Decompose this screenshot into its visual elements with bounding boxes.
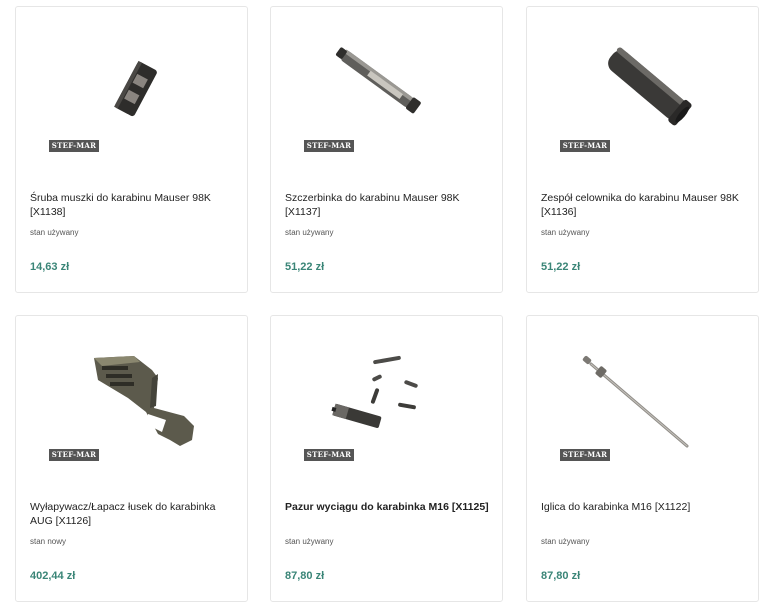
product-card[interactable]: STEF-MAR Szczerbinka do karabinu Mauser … [270,6,503,293]
product-condition: stan używany [285,537,334,546]
product-condition: stan używany [541,537,590,546]
watermark-logo: STEF-MAR [560,449,610,461]
product-card[interactable]: STEF-MAR Iglica do karabinka M16 [X1122]… [526,315,759,602]
watermark-logo: STEF-MAR [49,140,99,152]
product-title[interactable]: Śruba muszki do karabinu Mauser 98K [X11… [30,191,240,219]
product-price: 14,63 zł [30,261,70,273]
product-condition: stan nowy [30,537,67,546]
product-condition: stan używany [285,228,334,237]
product-price: 87,80 zł [541,570,581,582]
product-image[interactable]: STEF-MAR [527,7,758,167]
product-title[interactable]: Pazur wyciągu do karabinka M16 [X1125] [285,500,495,514]
product-image[interactable]: STEF-MAR [271,316,502,476]
product-image[interactable]: STEF-MAR [16,316,247,476]
product-card[interactable]: STEF-MAR Pazur wyciągu do karabinka M16 … [270,315,503,602]
watermark-logo: STEF-MAR [304,140,354,152]
product-title[interactable]: Zespół celownika do karabinu Mauser 98K … [541,191,751,219]
product-price: 87,80 zł [285,570,325,582]
product-price: 402,44 zł [30,570,76,582]
product-condition: stan używany [30,228,79,237]
product-title[interactable]: Iglica do karabinka M16 [X1122] [541,500,751,514]
product-grid: STEF-MAR Śruba muszki do karabinu Mauser… [0,0,775,609]
product-condition: stan używany [541,228,590,237]
product-title[interactable]: Wyłapywacz/Łapacz łusek do karabinka AUG… [30,500,240,528]
product-image[interactable]: STEF-MAR [271,7,502,167]
product-price: 51,22 zł [285,261,325,273]
product-image[interactable]: STEF-MAR [527,316,758,476]
watermark-logo: STEF-MAR [560,140,610,152]
product-card[interactable]: STEF-MAR Wyłapywacz/Łapacz łusek do kara… [15,315,248,602]
watermark-logo: STEF-MAR [49,449,99,461]
product-price: 51,22 zł [541,261,581,273]
product-title[interactable]: Szczerbinka do karabinu Mauser 98K [X113… [285,191,495,219]
product-image[interactable]: STEF-MAR [16,7,247,167]
watermark-logo: STEF-MAR [304,449,354,461]
product-card[interactable]: STEF-MAR Śruba muszki do karabinu Mauser… [15,6,248,293]
product-card[interactable]: STEF-MAR Zespół celownika do karabinu Ma… [526,6,759,293]
